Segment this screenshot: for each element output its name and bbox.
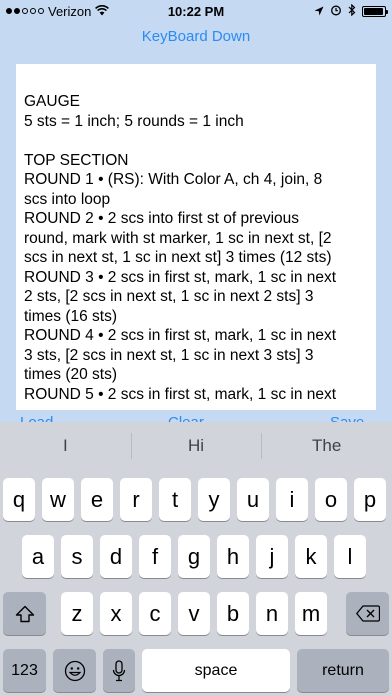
key-l[interactable]: l [334,535,366,578]
hidden-link: Load [20,413,53,422]
key-i[interactable]: i [276,478,308,521]
key-f[interactable]: f [139,535,171,578]
shift-icon [15,605,35,623]
key-v[interactable]: v [178,592,210,635]
prediction-2[interactable]: Hi [130,422,262,470]
status-left: Verizon [6,3,110,19]
delete-key[interactable] [346,592,389,635]
microphone-key[interactable] [103,649,135,692]
emoji-icon [64,660,86,682]
hidden-link: Clear [168,413,204,422]
pattern-text-view[interactable]: GAUGE 5 sts = 1 inch; 5 rounds = 1 inch TO… [16,64,376,410]
space-key[interactable]: space [142,649,290,692]
key-j[interactable]: j [256,535,288,578]
predictive-bar: I Hi The [0,422,392,470]
text-line: round, mark with st marker, 1 sc in next… [24,229,332,247]
microphone-icon [112,659,126,682]
status-bar: Verizon 10:22 PM [0,0,392,22]
emoji-key[interactable] [53,649,96,692]
signal-dot [22,8,28,14]
text-line: 3 sts, [2 scs in next st, 1 sc in next 3… [24,346,314,364]
signal-strength [6,8,44,14]
key-d[interactable]: d [100,535,132,578]
key-t[interactable]: t [159,478,191,521]
key-h[interactable]: h [217,535,249,578]
hidden-buttons-row: Load Clear Save [0,410,392,422]
text-line: scs into loop [24,190,111,208]
text-line: ROUND 3 • 2 scs in first st, mark, 1 sc … [24,268,337,286]
return-key[interactable]: return [297,649,389,692]
signal-dot [6,8,12,14]
key-z[interactable]: z [61,592,93,635]
keyboard: I Hi The q w e r t y u i o p a s d f g h j k l z x c v b n m 123 sp… [0,422,392,696]
key-r[interactable]: r [120,478,152,521]
text-line: TOP SECTION [24,151,129,169]
signal-dot [14,8,20,14]
key-a[interactable]: a [22,535,54,578]
battery-icon [362,5,388,17]
wifi-icon [95,4,110,19]
key-c[interactable]: c [139,592,171,635]
hidden-link: Save [330,413,364,422]
key-s[interactable]: s [61,535,93,578]
text-line: scs in next st, 1 sc in next st] 3 times… [24,249,332,266]
bluetooth-icon [348,3,356,19]
battery-level [364,7,383,15]
key-q[interactable]: q [3,478,35,521]
status-right [314,3,388,19]
alarm-icon [330,4,342,19]
key-p[interactable]: p [354,478,386,521]
key-b[interactable]: b [217,592,249,635]
prediction-1[interactable]: I [0,422,131,470]
text-line: ROUND 2 • 2 scs into first st of previou… [24,210,300,227]
key-k[interactable]: k [295,535,327,578]
key-x[interactable]: x [100,592,132,635]
text-line: ROUND 1 • (RS): With Color A, ch 4, join… [24,171,323,188]
key-e[interactable]: e [81,478,113,521]
key-n[interactable]: n [256,592,288,635]
delete-icon [355,605,380,622]
keyboard-down-button[interactable]: KeyBoard Down [0,26,392,48]
text-line: ROUND 5 • 2 scs in first st, mark, 1 sc … [24,385,337,403]
key-g[interactable]: g [178,535,210,578]
text-line: times (20 sts) [24,366,118,383]
text-line: 2 sts, [2 scs in next st, 1 sc in next 2… [24,288,314,305]
key-o[interactable]: o [315,478,347,521]
key-w[interactable]: w [42,478,74,521]
numbers-key[interactable]: 123 [3,649,46,692]
text-line: times (16 sts) [24,307,118,325]
signal-dot [38,8,44,14]
text-line: GAUGE [24,93,80,110]
text-line: 5 sts = 1 inch; 5 rounds = 1 inch [24,112,244,130]
key-y[interactable]: y [198,478,230,521]
prediction-3[interactable]: The [261,422,392,470]
carrier-name: Verizon [48,3,92,19]
location-icon [314,4,324,19]
signal-dot [30,8,36,14]
text-line: ROUND 4 • 2 scs in first st, mark, 1 sc … [24,327,337,344]
key-m[interactable]: m [295,592,327,635]
shift-key[interactable] [3,592,46,635]
key-u[interactable]: u [237,478,269,521]
